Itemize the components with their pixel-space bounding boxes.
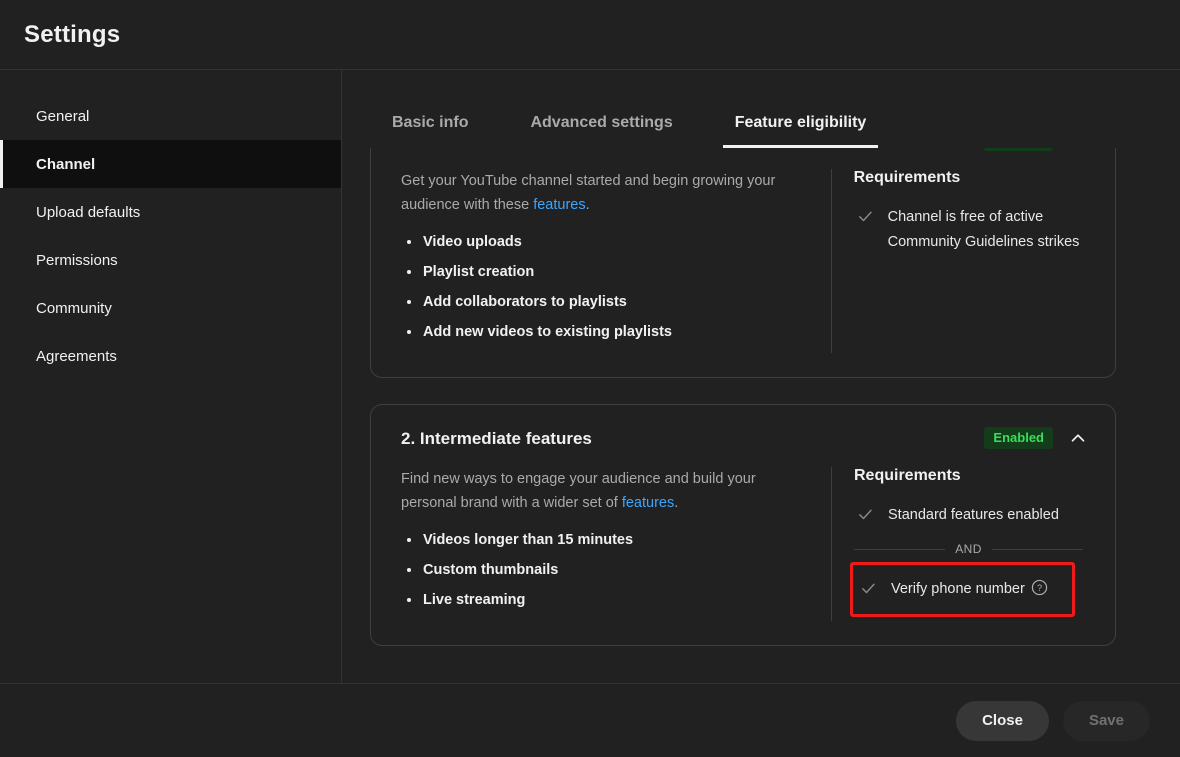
help-icon[interactable]: ? bbox=[1031, 579, 1048, 596]
card-columns: Get your YouTube channel started and beg… bbox=[401, 169, 1089, 353]
requirement-label: Standard features enabled bbox=[888, 507, 1059, 523]
card-columns: Find new ways to engage your audience an… bbox=[401, 467, 1089, 621]
description-text-post: . bbox=[674, 495, 679, 511]
requirements-title: Requirements bbox=[854, 467, 961, 484]
sidebar-item-agreements[interactable]: Agreements bbox=[0, 332, 341, 380]
card-description-column: Find new ways to engage your audience an… bbox=[401, 467, 831, 621]
requirement-row: Channel is free of active Community Guid… bbox=[854, 201, 1089, 259]
sidebar-item-permissions[interactable]: Permissions bbox=[0, 236, 341, 284]
and-label: AND bbox=[955, 542, 982, 556]
divider-line-right bbox=[991, 548, 1084, 550]
save-button: Save bbox=[1062, 700, 1150, 741]
check-icon bbox=[858, 211, 872, 222]
dialog-header: Settings bbox=[0, 0, 1180, 70]
features-link[interactable]: features bbox=[533, 197, 585, 213]
chevron-up-icon[interactable] bbox=[1067, 427, 1089, 449]
card-header-controls: Enabled bbox=[984, 427, 1089, 449]
sidebar-item-label: Agreements bbox=[36, 347, 117, 365]
description-text-pre: Find new ways to engage your audience an… bbox=[401, 471, 756, 511]
feature-list: Videos longer than 15 minutes Custom thu… bbox=[401, 531, 801, 609]
feature-eligibility-scroll-area[interactable]: 1. Standard features Enabled Get your Yo… bbox=[342, 148, 1180, 683]
list-item: Custom thumbnails bbox=[401, 561, 801, 579]
tab-advanced-settings[interactable]: Advanced settings bbox=[518, 114, 684, 148]
requirements-title: Requirements bbox=[853, 169, 961, 186]
settings-content: Basic info Advanced settings Feature eli… bbox=[342, 70, 1180, 683]
svg-text:?: ? bbox=[1037, 583, 1042, 593]
dialog-body: General Channel Upload defaults Permissi… bbox=[0, 70, 1180, 683]
features-link[interactable]: features bbox=[622, 495, 674, 511]
sidebar-item-label: Channel bbox=[36, 155, 96, 173]
intermediate-features-card: 2. Intermediate features Enabled Find ne… bbox=[370, 404, 1116, 646]
card-header-controls: Enabled bbox=[984, 148, 1089, 151]
card-title: 1. Standard features bbox=[401, 148, 564, 151]
list-item: Live streaming bbox=[401, 591, 801, 609]
card-description-column: Get your YouTube channel started and beg… bbox=[401, 169, 831, 353]
sidebar-item-channel[interactable]: Channel bbox=[0, 140, 341, 188]
tab-basic-info[interactable]: Basic info bbox=[380, 114, 480, 148]
list-item: Video uploads bbox=[401, 233, 801, 251]
list-item: Add new videos to existing playlists bbox=[401, 323, 801, 341]
card-requirements-column: Requirements Channel is free of active C… bbox=[832, 169, 1089, 353]
card-requirements-column: Requirements Standard features enabled A… bbox=[832, 467, 1089, 621]
status-badge: Enabled bbox=[984, 427, 1053, 449]
close-button[interactable]: Close bbox=[956, 700, 1049, 741]
verify-phone-number-annotation: Verify phone number? bbox=[850, 562, 1075, 617]
tab-label: Feature eligibility bbox=[734, 114, 867, 131]
dialog-footer: Close Save bbox=[0, 683, 1180, 757]
requirement-label: Channel is free of active Community Guid… bbox=[887, 209, 1080, 250]
requirement-row: Standard features enabled bbox=[854, 499, 1089, 532]
list-item: Add collaborators to playlists bbox=[401, 293, 801, 311]
list-item: Videos longer than 15 minutes bbox=[401, 531, 801, 549]
sidebar-item-label: Community bbox=[36, 299, 112, 317]
requirement-label: Verify phone number? bbox=[891, 577, 1048, 602]
divider-line-left bbox=[854, 548, 946, 550]
and-divider: AND bbox=[854, 542, 1089, 556]
sidebar-item-upload-defaults[interactable]: Upload defaults bbox=[0, 188, 341, 236]
card-header: 1. Standard features Enabled bbox=[401, 148, 1089, 151]
tab-feature-eligibility[interactable]: Feature eligibility bbox=[722, 114, 879, 148]
check-icon bbox=[859, 509, 872, 520]
tab-label: Basic info bbox=[392, 114, 469, 131]
card-description: Get your YouTube channel started and beg… bbox=[401, 169, 801, 217]
requirement-row[interactable]: Verify phone number? bbox=[857, 573, 1066, 606]
chevron-up-icon[interactable] bbox=[1067, 148, 1089, 151]
card-description: Find new ways to engage your audience an… bbox=[401, 467, 801, 515]
sidebar-item-label: Upload defaults bbox=[36, 203, 141, 221]
tab-bar: Basic info Advanced settings Feature eli… bbox=[342, 70, 1180, 148]
description-text-post: . bbox=[585, 197, 590, 213]
sidebar-item-label: General bbox=[36, 107, 90, 125]
check-icon bbox=[862, 583, 875, 594]
page-title: Settings bbox=[24, 20, 121, 48]
requirement-text: Verify phone number bbox=[891, 581, 1025, 597]
standard-features-card: 1. Standard features Enabled Get your Yo… bbox=[370, 148, 1116, 378]
settings-sidebar: General Channel Upload defaults Permissi… bbox=[0, 70, 342, 683]
settings-dialog: Settings General Channel Upload defaults… bbox=[0, 0, 1180, 757]
sidebar-item-label: Permissions bbox=[36, 251, 118, 269]
tab-label: Advanced settings bbox=[530, 114, 673, 131]
sidebar-item-general[interactable]: General bbox=[0, 92, 341, 140]
sidebar-item-community[interactable]: Community bbox=[0, 284, 341, 332]
list-item: Playlist creation bbox=[401, 263, 801, 281]
card-title: 2. Intermediate features bbox=[401, 429, 592, 448]
status-badge: Enabled bbox=[984, 148, 1053, 151]
feature-list: Video uploads Playlist creation Add coll… bbox=[401, 233, 801, 341]
card-header: 2. Intermediate features Enabled bbox=[401, 427, 1089, 449]
